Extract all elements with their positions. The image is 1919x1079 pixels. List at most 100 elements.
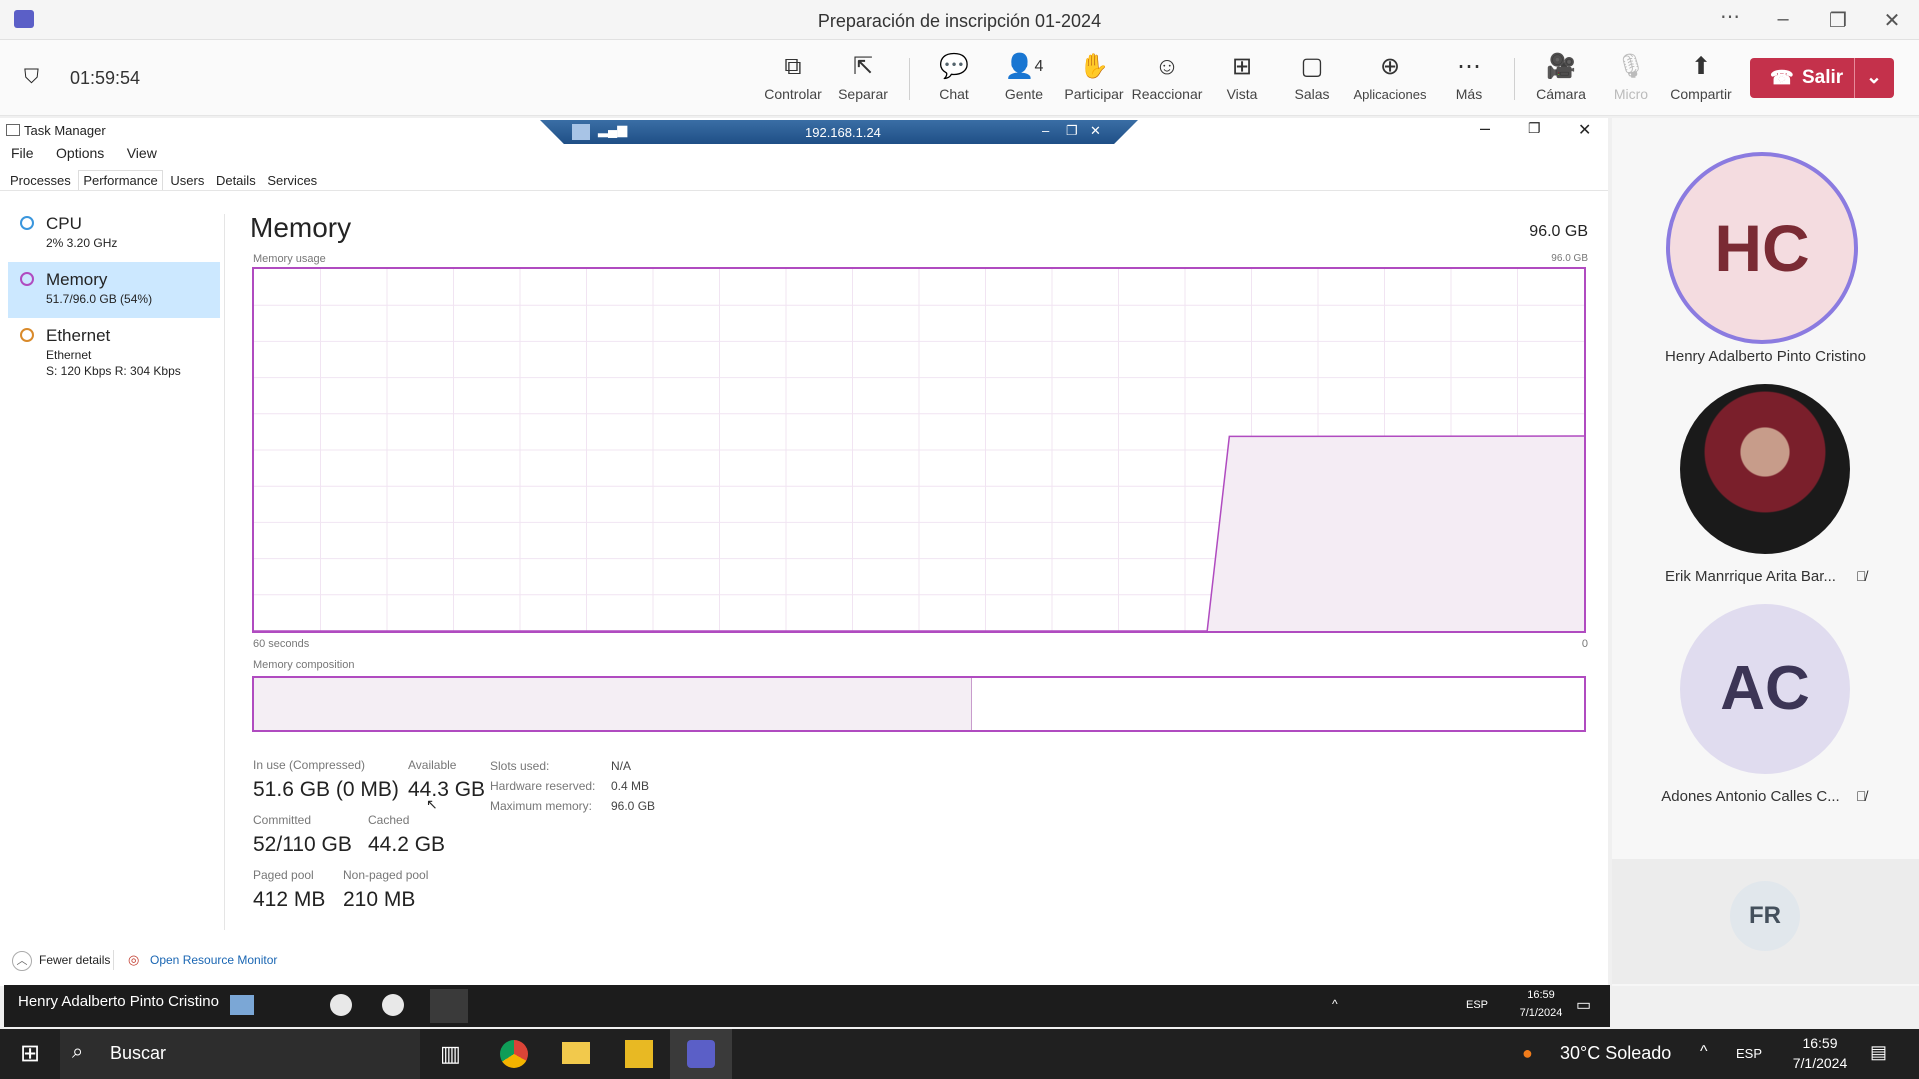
popout-label: Separar — [838, 86, 888, 102]
apps-button[interactable]: ⊕ Aplicaciones — [1351, 52, 1429, 102]
remote-restore-icon[interactable]: ❐ — [1066, 123, 1078, 139]
in-use-label: In use (Compressed) — [253, 758, 366, 772]
camera-button[interactable]: 🎥 Cámara — [1522, 52, 1600, 102]
rooms-icon: ▢ — [1300, 53, 1324, 80]
task-view-icon[interactable]: ▥ — [440, 1041, 461, 1067]
clock-date[interactable]: 7/1/2024 — [1780, 1055, 1860, 1071]
tab-performance[interactable]: Performance — [78, 170, 163, 190]
app-icon[interactable] — [330, 994, 352, 1016]
app-icon[interactable] — [625, 1040, 653, 1068]
avatar-ac[interactable]: AC — [1680, 604, 1850, 774]
restore-button[interactable]: ❐ — [1818, 8, 1858, 33]
plus-icon: ⊕ — [1379, 53, 1401, 80]
teams-taskbar-button[interactable] — [670, 1029, 732, 1079]
composition-label: Memory composition — [253, 659, 355, 671]
file-explorer-icon[interactable] — [562, 1042, 590, 1064]
sidebar-item-ethernet[interactable]: Ethernet Ethernet S: 120 Kbps R: 304 Kbp… — [8, 318, 220, 384]
paged-pool-label: Paged pool — [253, 868, 314, 882]
search-box[interactable]: ⌕ Buscar — [60, 1029, 420, 1079]
view-button[interactable]: ⊞ Vista — [1203, 52, 1281, 102]
camera-label: Cámara — [1536, 86, 1586, 102]
react-button[interactable]: ☺ Reaccionar — [1128, 52, 1206, 102]
weather-icon: ● — [1522, 1043, 1533, 1063]
chat-label: Chat — [939, 86, 969, 102]
tray-chevron-icon[interactable]: ^ — [1332, 997, 1338, 1011]
tab-services[interactable]: Services — [263, 171, 321, 190]
max-memory-label: Maximum memory: — [490, 799, 593, 813]
rooms-button[interactable]: ▢ Salas — [1273, 52, 1351, 102]
tab-details[interactable]: Details — [212, 171, 260, 190]
fewer-details-link[interactable]: Fewer details — [39, 953, 110, 967]
committed-label: Committed — [253, 813, 312, 827]
language-indicator[interactable]: ESP — [1736, 1046, 1762, 1061]
raise-hand-icon: ✋ — [1079, 53, 1109, 80]
open-resource-monitor-link[interactable]: Open Resource Monitor — [150, 953, 277, 967]
remote-connection-bar[interactable]: ▂▄▆ 192.168.1.24 – ❐ ✕ — [540, 120, 1138, 144]
tm-close-button[interactable]: ✕ — [1578, 120, 1591, 140]
tab-processes[interactable]: Processes — [6, 171, 75, 190]
tray-chevron-icon[interactable]: ^ — [1700, 1043, 1708, 1061]
tm-minimize-button[interactable]: – — [1480, 118, 1490, 139]
control-button[interactable]: ⧉ Controlar — [754, 52, 832, 102]
people-button[interactable]: 👤4 Gente — [985, 52, 1063, 102]
cached-value: 44.2 GB — [368, 833, 446, 856]
meeting-timer: 01:59:54 — [70, 68, 141, 88]
avatar-photo[interactable] — [1680, 384, 1850, 554]
leave-button[interactable]: ☎ Salir ⌄ — [1750, 58, 1894, 98]
shared-screen: Task Manager ▂▄▆ 192.168.1.24 – ❐ ✕ – ❐ … — [0, 118, 1608, 986]
mic-button[interactable]: 🎙 Micro — [1592, 52, 1670, 102]
chevron-up-icon[interactable]: ︿ — [12, 951, 32, 971]
raise-hand-button[interactable]: ✋ Participar — [1055, 52, 1133, 102]
avatar-initials: FR — [1749, 902, 1781, 929]
memory-label: Memory — [46, 270, 108, 289]
slots-value: N/A — [611, 759, 632, 773]
mic-muted-icon: 🎙̸ — [1856, 568, 1867, 584]
slots-label: Slots used: — [490, 759, 550, 773]
avatar-hc[interactable]: HC — [1666, 152, 1858, 344]
chevron-down-icon[interactable]: ⌄ — [1866, 66, 1882, 89]
more-options-icon[interactable]: ⋯ — [1710, 4, 1750, 29]
close-button[interactable]: ✕ — [1872, 8, 1912, 33]
clock-time[interactable]: 16:59 — [1780, 1035, 1860, 1051]
sidebar-divider — [224, 214, 225, 930]
task-manager-taskbar-icon[interactable] — [430, 989, 468, 1023]
sidebar-item-memory[interactable]: Memory 51.7/96.0 GB (54%) — [8, 262, 220, 318]
minimize-button[interactable]: – — [1763, 8, 1803, 31]
participant-tile[interactable]: FR — [1612, 859, 1919, 984]
chat-button[interactable]: 💬 Chat — [915, 52, 993, 102]
teams-icon — [687, 1040, 715, 1068]
menu-view[interactable]: View — [127, 145, 157, 161]
windows-start-icon[interactable]: ⊞ — [0, 1029, 60, 1079]
remote-time: 16:59 — [1527, 989, 1555, 1001]
chrome-icon[interactable] — [500, 1040, 528, 1068]
menu-file[interactable]: File — [11, 145, 34, 161]
page-title: Memory — [250, 212, 352, 243]
notification-center-icon[interactable]: ▤ — [1870, 1042, 1887, 1063]
people-label: Gente — [1004, 86, 1044, 102]
notification-icon[interactable]: ▭ — [1576, 995, 1591, 1015]
sidebar-item-cpu[interactable]: CPU 2% 3.20 GHz — [8, 206, 220, 262]
paged-pool-value: 412 MB — [253, 888, 326, 911]
more-button[interactable]: ⋯ Más — [1430, 52, 1508, 102]
popout-button[interactable]: ⇱ Separar — [824, 52, 902, 102]
tm-restore-button[interactable]: ❐ — [1528, 120, 1541, 137]
remote-date: 7/1/2024 — [1519, 1007, 1563, 1019]
grid-icon: ⊞ — [1231, 53, 1253, 80]
app-icon[interactable] — [382, 994, 404, 1016]
participant-name: Henry Adalberto Pinto Cristino — [1665, 348, 1866, 365]
tab-users[interactable]: Users — [166, 171, 208, 190]
x-axis-left-label: 60 seconds — [253, 638, 310, 650]
hw-reserved-value: 0.4 MB — [611, 779, 650, 793]
popout-icon: ⇱ — [852, 53, 874, 80]
tab-divider — [0, 190, 1608, 191]
weather-text[interactable]: 30°C Soleado — [1560, 1043, 1671, 1064]
pin-icon[interactable] — [572, 124, 590, 140]
x-axis-right-label: 0 — [1581, 638, 1588, 650]
remote-close-icon[interactable]: ✕ — [1090, 123, 1101, 139]
meeting-toolbar: ⛉ 01:59:54 ⧉ Controlar ⇱ Separar 💬 Chat 👤4 G… — [0, 40, 1919, 116]
leave-label: Salir — [1802, 67, 1844, 88]
share-button[interactable]: ⬆ Compartir — [1662, 52, 1740, 102]
remote-minimize-icon[interactable]: – — [1042, 123, 1049, 138]
explorer-icon[interactable] — [230, 995, 254, 1015]
menu-options[interactable]: Options — [56, 145, 104, 161]
